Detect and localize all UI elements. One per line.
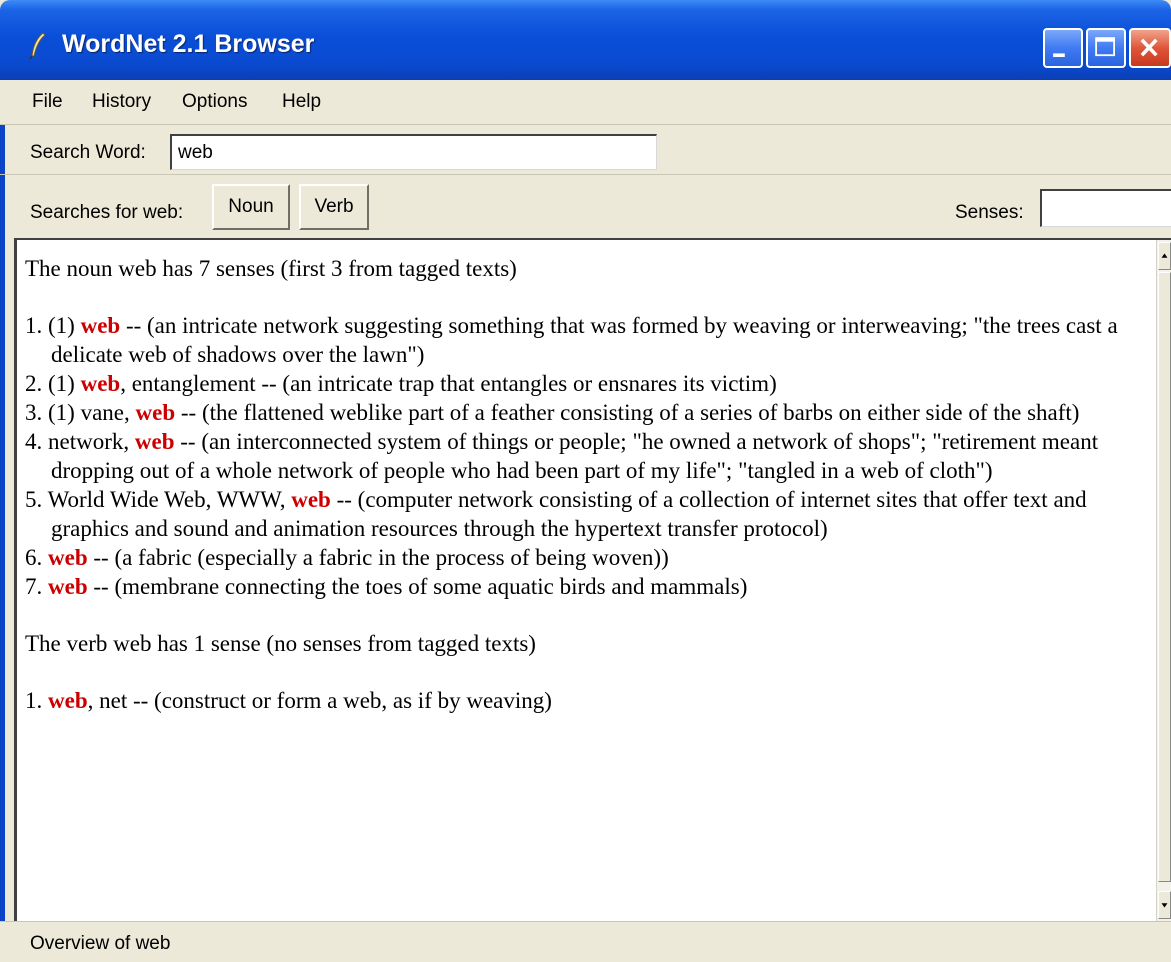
title-bar[interactable]: WordNet 2.1 Browser [0, 0, 1171, 80]
noun-sense: 7. web -- (membrane connecting the toes … [25, 574, 748, 599]
noun-sense: 1. (1) web -- (an intricate network sugg… [25, 313, 1118, 367]
verb-sense: 1. web, net -- (construct or form a web,… [25, 688, 552, 713]
verb-header: The verb web has 1 sense (no senses from… [25, 631, 536, 656]
verb-button[interactable]: Verb [299, 184, 369, 230]
menu-bar: File History Options Help [0, 80, 1171, 125]
headword: web [134, 429, 175, 454]
searches-for-label: Searches for web: [30, 202, 184, 223]
senses-label: Senses: [955, 202, 1024, 223]
maximize-button[interactable] [1086, 28, 1126, 68]
headword: web [48, 574, 88, 599]
maximize-icon [1095, 37, 1115, 57]
menu-history[interactable]: History [92, 91, 151, 113]
minimize-button[interactable] [1043, 28, 1083, 68]
noun-header: The noun web has 7 senses (first 3 from … [25, 256, 517, 281]
search-word-input[interactable] [170, 134, 657, 170]
headword: web [135, 400, 176, 425]
menu-options[interactable]: Options [182, 91, 247, 113]
headword: web [80, 371, 121, 396]
status-text: Overview of web [30, 933, 171, 954]
vertical-scrollbar[interactable] [1156, 240, 1171, 921]
quill-icon [28, 32, 48, 60]
scroll-thumb[interactable] [1158, 272, 1171, 882]
minimize-icon [1053, 53, 1065, 57]
results-content: The noun web has 7 senses (first 3 from … [25, 254, 1145, 715]
headword: web [48, 688, 88, 713]
arrow-up-icon [1161, 253, 1168, 258]
search-row: Search Word: [0, 126, 1171, 175]
wordnet-window: WordNet 2.1 Browser File History Options… [0, 0, 1171, 962]
senses-input[interactable] [1040, 189, 1171, 227]
headword: web [80, 313, 121, 338]
results-text-area[interactable]: The noun web has 7 senses (first 3 from … [14, 238, 1171, 921]
noun-sense: 6. web -- (a fabric (especially a fabric… [25, 545, 669, 570]
search-word-label: Search Word: [30, 142, 146, 163]
noun-sense: 2. (1) web, entanglement -- (an intricat… [25, 371, 777, 396]
menu-help[interactable]: Help [282, 91, 321, 113]
close-button[interactable] [1129, 28, 1171, 68]
status-bar: Overview of web [0, 921, 1171, 962]
noun-sense: 5. World Wide Web, WWW, web -- (computer… [25, 487, 1087, 541]
close-icon [1140, 38, 1158, 57]
noun-button[interactable]: Noun [212, 184, 290, 230]
searches-row: Searches for web: Noun Verb Senses: [0, 176, 1171, 236]
headword: web [291, 487, 331, 512]
noun-sense: 4. network, web -- (an interconnected sy… [25, 429, 1099, 483]
scroll-down-button[interactable] [1158, 891, 1171, 919]
menu-file[interactable]: File [32, 91, 63, 113]
window-title: WordNet 2.1 Browser [62, 30, 315, 58]
arrow-down-icon [1161, 903, 1168, 908]
headword: web [48, 545, 88, 570]
scroll-up-button[interactable] [1158, 242, 1171, 270]
noun-sense: 3. (1) vane, web -- (the flattened webli… [25, 400, 1080, 425]
